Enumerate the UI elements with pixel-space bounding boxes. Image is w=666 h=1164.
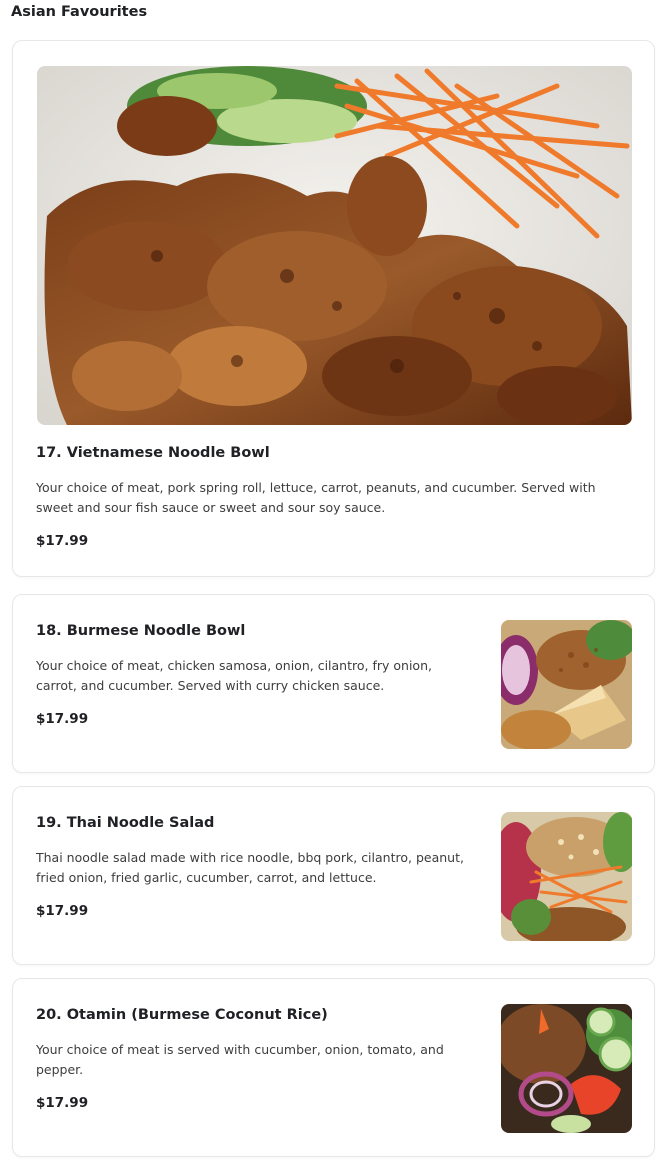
item-photo xyxy=(501,1004,632,1133)
item-photo xyxy=(501,620,632,749)
item-description: Your choice of meat is served with cucum… xyxy=(36,1042,444,1077)
item-photo xyxy=(501,812,632,941)
menu-item-card[interactable]: 20. Otamin (Burmese Coconut Rice) Your c… xyxy=(12,978,655,1157)
item-price: $17.99 xyxy=(36,711,89,727)
item-description: Your choice of meat, chicken samosa, oni… xyxy=(36,658,432,693)
item-photo xyxy=(37,66,632,425)
menu-page: Asian Favourites 17. Vietnamese Noodle B… xyxy=(0,0,666,1164)
item-name: 20. Otamin (Burmese Coconut Rice) xyxy=(36,1007,328,1023)
item-name: 18. Burmese Noodle Bowl xyxy=(36,623,246,639)
item-name: 17. Vietnamese Noodle Bowl xyxy=(36,445,270,461)
menu-item-card[interactable]: 19. Thai Noodle Salad Thai noodle salad … xyxy=(12,786,655,965)
section-title: Asian Favourites xyxy=(11,4,148,20)
item-name: 19. Thai Noodle Salad xyxy=(36,815,215,831)
item-description: Thai noodle salad made with rice noodle,… xyxy=(36,850,464,885)
item-price: $17.99 xyxy=(36,533,89,549)
item-price: $17.99 xyxy=(36,1095,89,1111)
menu-item-card[interactable]: 18. Burmese Noodle Bowl Your choice of m… xyxy=(12,594,655,773)
menu-item-card[interactable]: 17. Vietnamese Noodle Bowl Your choice o… xyxy=(12,40,655,577)
item-price: $17.99 xyxy=(36,903,89,919)
item-description: Your choice of meat, pork spring roll, l… xyxy=(36,480,596,515)
